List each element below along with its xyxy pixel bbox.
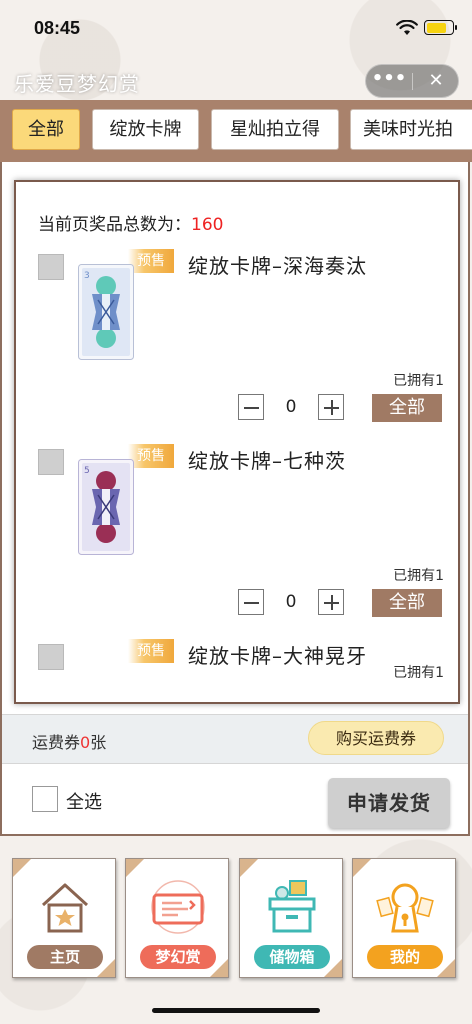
item-name: 绽放卡牌–七种茨 [188, 449, 346, 473]
mini-program-capsule: ••• ✕ [365, 64, 459, 98]
title-bar: 乐爱豆梦幻赏 ••• ✕ [0, 54, 472, 100]
owned-count: 已拥有1 [393, 373, 444, 389]
prize-item: 预售 绽放卡牌–七种茨 5 已拥有1 0 全部 [16, 437, 458, 632]
buy-shipping-voucher-button[interactable]: 购买运费券 [308, 721, 444, 755]
increase-quantity-button[interactable] [318, 394, 344, 420]
tab-all[interactable]: 全部 [12, 109, 80, 150]
decrease-quantity-button[interactable] [238, 394, 264, 420]
item-name: 绽放卡牌–大神晃牙 [188, 644, 367, 668]
ticket-icon [151, 880, 205, 934]
home-icon [41, 883, 89, 933]
nav-label: 梦幻赏 [140, 945, 216, 969]
select-all-quantity-button[interactable]: 全部 [372, 589, 442, 617]
item-checkbox[interactable] [38, 449, 64, 475]
tab-tasty-moments[interactable]: 美味时光拍 [350, 109, 472, 150]
owned-count: 已拥有1 [393, 568, 444, 584]
app-title: 乐爱豆梦幻赏 [14, 72, 140, 96]
presale-badge: 预售 [128, 639, 174, 663]
nav-label: 我的 [367, 945, 443, 969]
decrease-quantity-button[interactable] [238, 589, 264, 615]
apply-shipping-button[interactable]: 申请发货 [328, 778, 450, 828]
voucher-prefix: 运费券 [32, 733, 81, 752]
more-menu-button[interactable]: ••• [366, 65, 412, 97]
item-checkbox[interactable] [38, 644, 64, 670]
select-all-label[interactable]: 全选 [66, 788, 102, 814]
select-all-quantity-button[interactable]: 全部 [372, 394, 442, 422]
prize-count-label: 当前页奖品总数为： [38, 215, 191, 235]
nav-storage-box[interactable]: 储物箱 [239, 858, 343, 978]
shipping-voucher-row: 运费券0张 购买运费券 [2, 714, 468, 764]
select-all-checkbox[interactable] [32, 786, 58, 812]
presale-badge: 预售 [128, 249, 174, 273]
nav-label: 主页 [27, 945, 103, 969]
presale-badge: 预售 [128, 444, 174, 468]
home-indicator [152, 1008, 320, 1013]
tab-bloom-cards[interactable]: 绽放卡牌 [92, 109, 199, 150]
increase-quantity-button[interactable] [318, 589, 344, 615]
prize-count-value: 160 [191, 215, 224, 235]
owned-count: 已拥有1 [393, 665, 444, 681]
category-tab-strip: 全部 绽放卡牌 星灿拍立得 美味时光拍 [0, 100, 472, 162]
nav-profile[interactable]: 我的 [352, 858, 456, 978]
nav-dream-prize[interactable]: 梦幻赏 [125, 858, 229, 978]
card-corner-decoration [13, 859, 31, 877]
tab-polaroid[interactable]: 星灿拍立得 [211, 109, 339, 150]
close-button[interactable]: ✕ [413, 65, 459, 97]
card-number: 5 [84, 466, 90, 476]
item-checkbox[interactable] [38, 254, 64, 280]
quantity-value: 0 [285, 397, 297, 417]
voucher-count: 0 [80, 733, 91, 752]
prize-count: 当前页奖品总数为：160 [38, 210, 223, 235]
shipping-voucher-count: 运费券0张 [32, 729, 106, 753]
voucher-suffix: 张 [90, 733, 107, 752]
quantity-value: 0 [285, 592, 297, 612]
card-corner-decoration [353, 859, 371, 877]
status-time: 08:45 [34, 18, 81, 38]
prize-item: 预售 绽放卡牌–深海奏汰 3 已拥有1 0 全部 [16, 242, 458, 437]
wifi-icon [396, 20, 418, 35]
card-thumbnail[interactable]: 3 [78, 264, 134, 360]
card-number: 3 [84, 271, 90, 281]
nav-label: 储物箱 [254, 945, 330, 969]
nav-home[interactable]: 主页 [12, 858, 116, 978]
profile-keyhole-icon [376, 883, 434, 933]
bottom-navigation: 主页 梦幻赏 储物箱 我的 [0, 858, 472, 983]
storage-box-icon [268, 880, 316, 933]
prize-list[interactable]: 当前页奖品总数为：160 预售 绽放卡牌–深海奏汰 3 已拥有1 0 全部 预售… [14, 180, 460, 704]
prize-panel: 当前页奖品总数为：160 预售 绽放卡牌–深海奏汰 3 已拥有1 0 全部 预售… [0, 162, 470, 836]
card-corner-decoration [240, 859, 258, 877]
prize-item: 预售 绽放卡牌–大神晃牙 已拥有1 [16, 632, 458, 702]
battery-level [426, 22, 446, 33]
battery-icon [424, 20, 457, 35]
item-name: 绽放卡牌–深海奏汰 [188, 254, 367, 278]
card-corner-decoration [126, 859, 144, 877]
card-thumbnail[interactable]: 5 [78, 459, 134, 555]
status-bar: 08:45 [0, 0, 472, 54]
